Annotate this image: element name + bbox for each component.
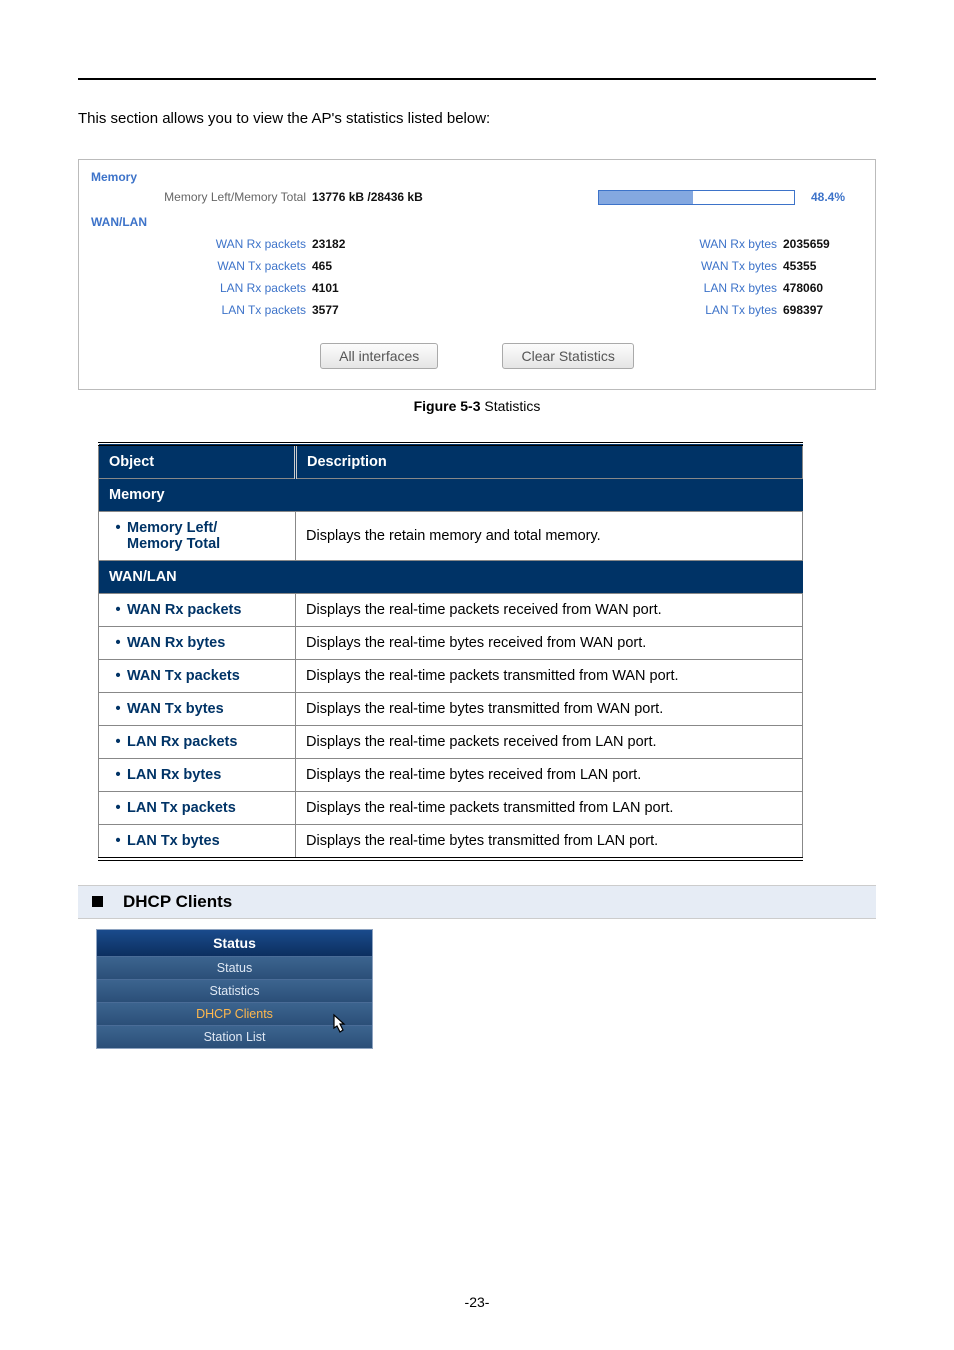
wanlan-label: WAN Tx bytes [477, 259, 783, 273]
wanlan-value: 23182 [312, 237, 345, 251]
wanlan-value: 45355 [783, 259, 816, 273]
status-menu: Status StatusStatisticsDHCP ClientsStati… [96, 929, 373, 1049]
memory-bar-fill [599, 191, 693, 204]
param-desc: Displays the real-time bytes received fr… [296, 758, 803, 791]
status-menu-item-station-list[interactable]: Station List [97, 1025, 372, 1048]
wanlan-label: LAN Rx packets [91, 281, 312, 295]
page-number: -23- [0, 1294, 954, 1310]
param-object: •LAN Rx packets [99, 725, 296, 758]
wanlan-row: LAN Tx packets3577 [91, 299, 477, 321]
wanlan-value: 478060 [783, 281, 823, 295]
dhcp-clients-title: DHCP Clients [123, 892, 232, 912]
clear-statistics-button[interactable]: Clear Statistics [502, 343, 633, 369]
param-desc: Displays the real-time bytes transmitted… [296, 824, 803, 859]
wanlan-row: WAN Tx bytes45355 [477, 255, 863, 277]
param-object: •WAN Tx bytes [99, 692, 296, 725]
param-object: •Memory Left/ Memory Total [99, 511, 296, 560]
square-bullet-icon [92, 896, 103, 907]
param-desc: Displays the retain memory and total mem… [296, 511, 803, 560]
object-description-table: Object Description Memory•Memory Left/ M… [98, 442, 803, 861]
wanlan-label: WAN Rx bytes [477, 237, 783, 251]
all-interfaces-button[interactable]: All interfaces [320, 343, 438, 369]
status-menu-item-dhcp-clients[interactable]: DHCP Clients [97, 1002, 372, 1025]
section-wanlan: WAN/LAN [99, 560, 803, 593]
dhcp-clients-heading: DHCP Clients [78, 885, 876, 919]
param-object: •WAN Tx packets [99, 659, 296, 692]
wanlan-value: 698397 [783, 303, 823, 317]
figure-number: Figure 5-3 [414, 398, 481, 414]
memory-row: Memory Left/Memory Total 13776 kB /28436… [79, 186, 875, 209]
wanlan-label: WAN Tx packets [91, 259, 312, 273]
param-object: •LAN Rx bytes [99, 758, 296, 791]
intro-text: This section allows you to view the AP's… [78, 108, 876, 131]
wanlan-value: 4101 [312, 281, 339, 295]
wanlan-label: LAN Tx bytes [477, 303, 783, 317]
wanlan-label: WAN Rx packets [91, 237, 312, 251]
memory-bar [598, 190, 795, 205]
param-desc: Displays the real-time packets transmitt… [296, 791, 803, 824]
figure-caption: Figure 5-3 Statistics [78, 398, 876, 414]
wanlan-row: WAN Tx packets465 [91, 255, 477, 277]
param-object: •WAN Rx packets [99, 593, 296, 626]
wanlan-value: 465 [312, 259, 332, 273]
param-desc: Displays the real-time packets received … [296, 725, 803, 758]
th-description: Description [296, 444, 803, 479]
wanlan-row: WAN Rx packets23182 [91, 233, 477, 255]
wanlan-left-col: WAN Rx packets23182WAN Tx packets465LAN … [91, 233, 477, 321]
param-object: •LAN Tx bytes [99, 824, 296, 859]
memory-label: Memory Left/Memory Total [91, 190, 312, 204]
status-menu-header: Status [97, 930, 372, 956]
param-object: •LAN Tx packets [99, 791, 296, 824]
memory-section-title: Memory [79, 164, 875, 186]
param-desc: Displays the real-time bytes received fr… [296, 626, 803, 659]
memory-value: 13776 kB /28436 kB [312, 190, 462, 204]
wanlan-label: LAN Rx bytes [477, 281, 783, 295]
top-rule [78, 78, 876, 80]
param-desc: Displays the real-time packets received … [296, 593, 803, 626]
wanlan-row: LAN Rx bytes478060 [477, 277, 863, 299]
param-object: •WAN Rx bytes [99, 626, 296, 659]
wanlan-row: LAN Tx bytes698397 [477, 299, 863, 321]
status-menu-item-statistics[interactable]: Statistics [97, 979, 372, 1002]
statistics-panel: Memory Memory Left/Memory Total 13776 kB… [78, 159, 876, 390]
wanlan-value: 3577 [312, 303, 339, 317]
status-menu-item-status[interactable]: Status [97, 956, 372, 979]
wanlan-row: LAN Rx packets4101 [91, 277, 477, 299]
memory-percent: 48.4% [807, 190, 845, 204]
param-desc: Displays the real-time packets transmitt… [296, 659, 803, 692]
wanlan-right-col: WAN Rx bytes2035659WAN Tx bytes45355LAN … [477, 233, 863, 321]
wanlan-row: WAN Rx bytes2035659 [477, 233, 863, 255]
param-desc: Displays the real-time bytes transmitted… [296, 692, 803, 725]
figure-title: Statistics [481, 398, 541, 414]
wanlan-label: LAN Tx packets [91, 303, 312, 317]
th-object: Object [99, 444, 296, 479]
wanlan-section-title: WAN/LAN [79, 209, 875, 231]
section-memory: Memory [99, 478, 803, 511]
wanlan-value: 2035659 [783, 237, 830, 251]
